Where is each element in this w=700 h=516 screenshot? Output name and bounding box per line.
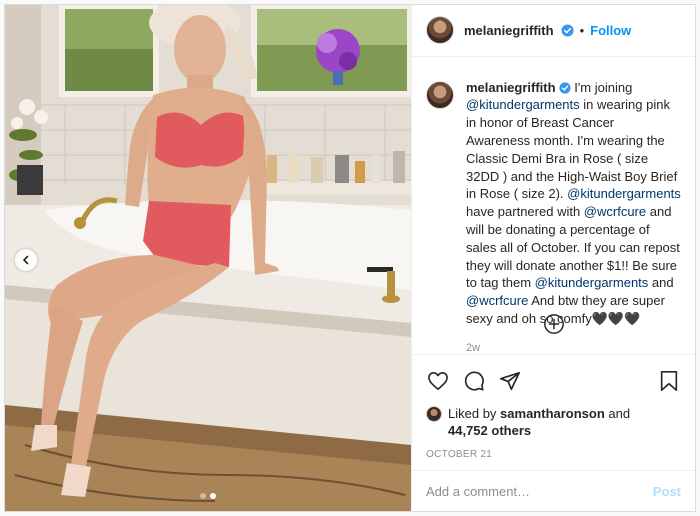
comment-input[interactable]	[426, 483, 653, 499]
heart-icon	[428, 371, 448, 390]
likes-text: Liked by samantharonson and 44,752 other…	[448, 405, 630, 439]
caption-text-segment: have partnered with	[466, 204, 584, 220]
post-photo[interactable]	[5, 5, 411, 511]
liker-username[interactable]: samantharonson	[500, 406, 605, 421]
author-username[interactable]: melaniegriffith	[464, 23, 554, 38]
actions-section: Liked by samantharonson and 44,752 other…	[412, 353, 695, 470]
instagram-post: melaniegriffith • Follow melaniegriffith…	[4, 4, 696, 512]
action-bar	[426, 363, 681, 399]
verified-badge-icon	[561, 24, 574, 37]
follow-button[interactable]: Follow	[590, 23, 631, 38]
share-icon	[500, 371, 520, 390]
caption-mention[interactable]: @wcrfcure	[584, 204, 646, 219]
post-header: melaniegriffith • Follow	[412, 5, 695, 57]
comment-box: Post	[412, 470, 695, 511]
load-more-comments[interactable]	[412, 313, 695, 335]
save-button[interactable]	[657, 369, 681, 393]
carousel-indicator	[5, 493, 411, 499]
post-time-ago[interactable]: 2w	[466, 342, 681, 354]
bookmark-icon	[660, 370, 678, 391]
caption-text-segment: I'm joining	[570, 79, 633, 95]
photo-image	[5, 5, 411, 511]
caption-avatar[interactable]	[426, 80, 454, 109]
caption-mention[interactable]: @wcrfcure	[466, 293, 528, 308]
caption-mention[interactable]: @kitundergarments	[535, 275, 649, 290]
share-button[interactable]	[498, 369, 522, 393]
author-avatar[interactable]	[426, 16, 454, 45]
post-sidebar: melaniegriffith • Follow melaniegriffith…	[411, 5, 695, 511]
comment-icon	[464, 371, 484, 391]
likes-conjunction: and	[604, 405, 631, 421]
caption-mention[interactable]: @kitundergarments	[567, 186, 681, 201]
likes-prefix: Liked by	[448, 405, 501, 421]
post-date[interactable]: OCTOBER 21	[426, 449, 681, 460]
caption-username[interactable]: melaniegriffith	[466, 80, 556, 95]
post-comment-button[interactable]: Post	[653, 484, 681, 499]
caption-area: melaniegriffith I'm joining @kitundergar…	[412, 57, 695, 354]
like-button[interactable]	[426, 369, 450, 393]
carousel-dot	[200, 493, 206, 499]
caption-text: melaniegriffith I'm joining @kitundergar…	[466, 79, 681, 328]
carousel-prev-button[interactable]	[15, 249, 37, 271]
likes-others[interactable]: 44,752 others	[448, 423, 531, 438]
caption-row: melaniegriffith I'm joining @kitundergar…	[426, 79, 681, 328]
caption-text-segment: and	[648, 275, 674, 291]
plus-circle-icon	[543, 313, 564, 334]
chevron-left-icon	[23, 255, 29, 265]
verified-badge-icon	[559, 81, 571, 94]
liker-avatar[interactable]	[426, 405, 442, 422]
likes-summary: Liked by samantharonson and 44,752 other…	[426, 405, 681, 439]
caption-mention[interactable]: @kitundergarments	[466, 97, 580, 112]
comment-button[interactable]	[462, 369, 486, 393]
carousel-dot-active	[210, 493, 216, 499]
header-separator: •	[579, 22, 585, 38]
